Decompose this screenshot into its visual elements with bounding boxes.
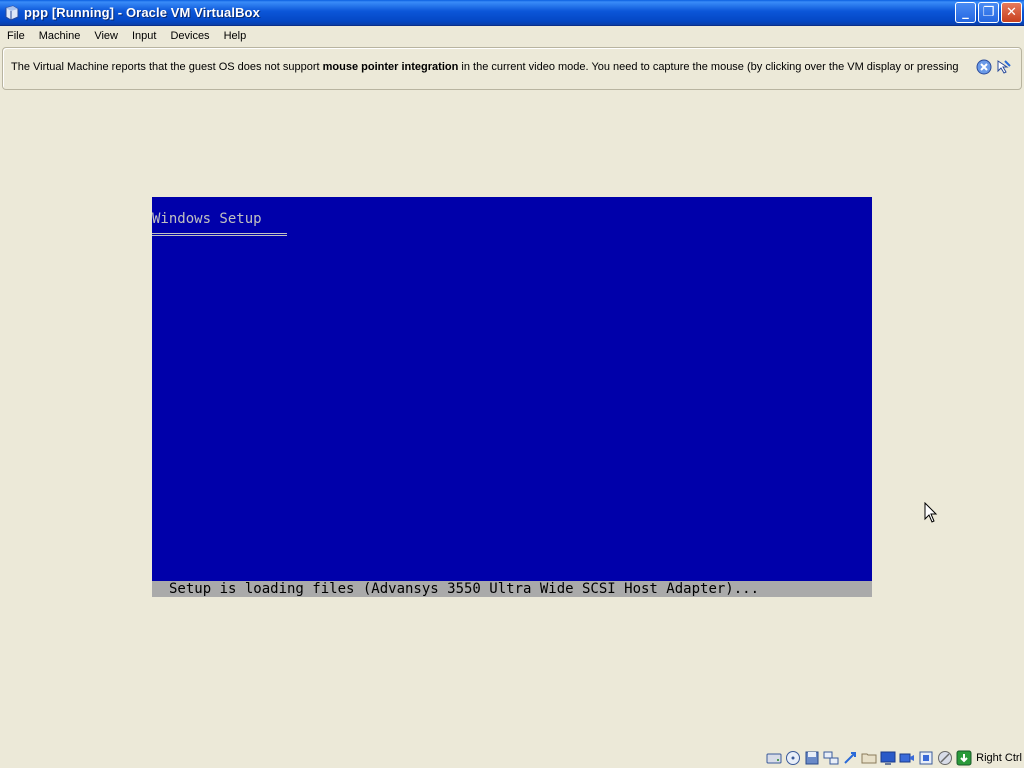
vm-status-line: Setup is loading files (Advansys 3550 Ul… xyxy=(152,581,872,597)
menu-devices[interactable]: Devices xyxy=(163,26,216,46)
menu-input[interactable]: Input xyxy=(125,26,163,46)
hard-disk-icon[interactable] xyxy=(766,750,782,766)
video-capture-icon[interactable] xyxy=(899,750,915,766)
notice-text-after: in the current video mode. You need to c… xyxy=(458,61,959,73)
shared-folders-icon[interactable] xyxy=(861,750,877,766)
title-bar[interactable]: ppp [Running] - Oracle VM VirtualBox _ ❐… xyxy=(0,0,1024,26)
mouse-integration-notice: The Virtual Machine reports that the gue… xyxy=(2,47,1022,90)
menu-view[interactable]: View xyxy=(87,26,125,46)
close-icon: ✕ xyxy=(1006,5,1017,20)
minimize-button[interactable]: _ xyxy=(955,2,976,23)
restore-icon: ❐ xyxy=(982,5,995,20)
close-notice-icon[interactable] xyxy=(976,59,992,75)
menu-help[interactable]: Help xyxy=(217,26,254,46)
window-title: ppp [Running] - Oracle VM VirtualBox xyxy=(24,5,260,20)
optical-drive-icon[interactable] xyxy=(785,750,801,766)
menu-file[interactable]: File xyxy=(0,26,32,46)
menu-bar: File Machine View Input Devices Help xyxy=(0,26,1024,46)
usb-icon[interactable] xyxy=(842,750,858,766)
close-button[interactable]: ✕ xyxy=(1001,2,1022,23)
vm-setup-title: Windows Setup xyxy=(152,211,262,227)
vm-title-underline xyxy=(152,233,287,236)
floppy-icon[interactable] xyxy=(804,750,820,766)
notice-text-before: The Virtual Machine reports that the gue… xyxy=(11,61,323,73)
notice-message: The Virtual Machine reports that the gue… xyxy=(11,61,959,73)
host-key-label: Right Ctrl xyxy=(976,752,1022,764)
virtualbox-icon[interactable] xyxy=(4,4,20,21)
vm-display[interactable]: Windows Setup Setup is loading files (Ad… xyxy=(152,197,872,597)
restore-button[interactable]: ❐ xyxy=(978,2,999,23)
notice-text-bold: mouse pointer integration xyxy=(322,61,459,73)
mouse-integration-icon[interactable] xyxy=(937,750,953,766)
host-key-icon[interactable] xyxy=(956,750,972,766)
display-icon[interactable] xyxy=(880,750,896,766)
vrde-icon[interactable] xyxy=(918,750,934,766)
menu-machine[interactable]: Machine xyxy=(32,26,88,46)
status-bar: Right Ctrl xyxy=(766,748,1024,768)
minimize-icon: _ xyxy=(962,5,969,20)
mouse-pointer-icon[interactable] xyxy=(996,59,1012,75)
network-icon[interactable] xyxy=(823,750,839,766)
mouse-cursor-icon xyxy=(924,501,938,524)
